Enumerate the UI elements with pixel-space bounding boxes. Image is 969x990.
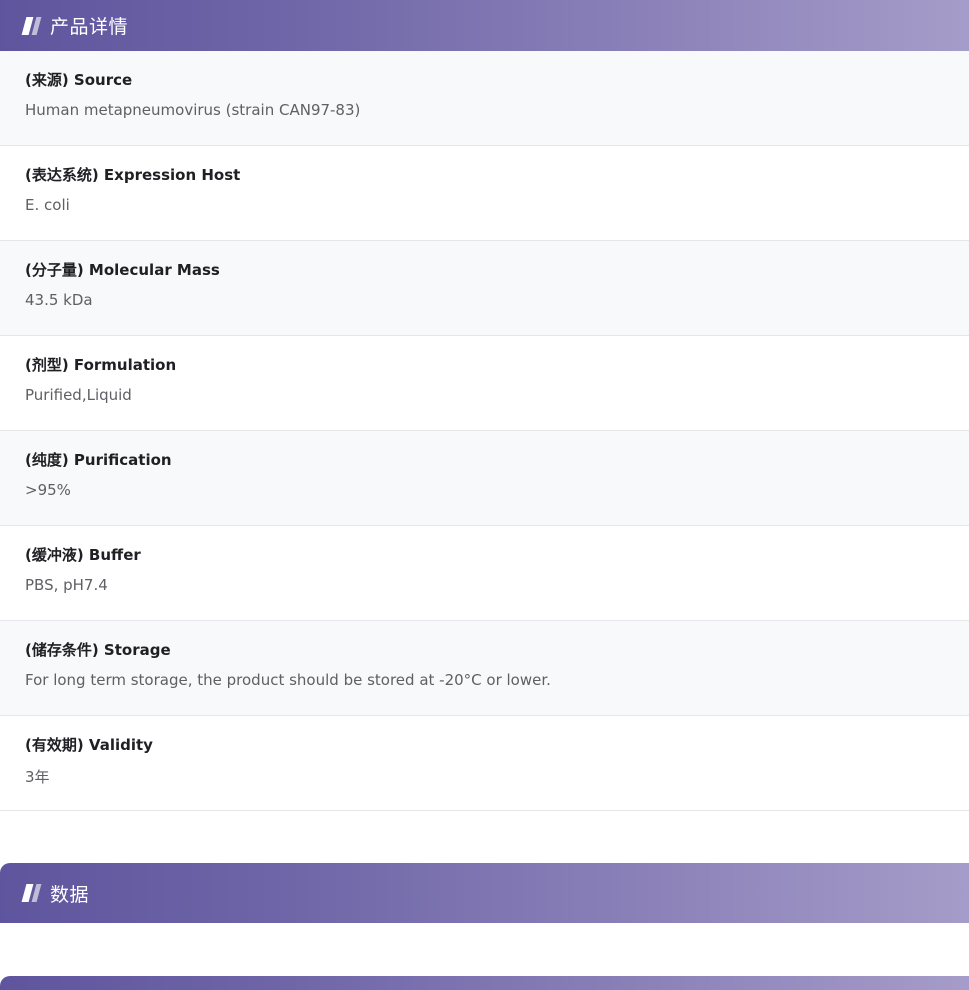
detail-row-expression-host: (表达系统) Expression Host E. coli xyxy=(0,146,969,241)
detail-value: Human metapneumovirus (strain CAN97-83) xyxy=(25,101,361,119)
slash-bars-icon xyxy=(21,16,44,35)
data-section-title: 数据 xyxy=(50,883,90,906)
detail-label: (有效期) Validity xyxy=(25,736,153,754)
product-details-list: (来源) Source Human metapneumovirus (strai… xyxy=(0,51,969,811)
detail-row-formulation: (剂型) Formulation Purified,Liquid xyxy=(0,336,969,431)
detail-value: 43.5 kDa xyxy=(25,291,93,309)
detail-row-molecular-mass: (分子量) Molecular Mass 43.5 kDa xyxy=(0,241,969,336)
next-section-header xyxy=(0,976,969,990)
detail-row-purification: (纯度) Purification >95% xyxy=(0,431,969,526)
product-details-header: 产品详情 xyxy=(0,0,969,51)
slash-bars-icon xyxy=(21,884,44,902)
detail-value: 3年 xyxy=(25,768,50,786)
detail-label: (剂型) Formulation xyxy=(25,356,177,374)
product-details-title: 产品详情 xyxy=(50,16,129,38)
detail-row-buffer: (缓冲液) Buffer PBS, pH7.4 xyxy=(0,526,969,621)
detail-label: (分子量) Molecular Mass xyxy=(25,261,220,279)
detail-value: Purified,Liquid xyxy=(25,386,132,404)
detail-row-validity: (有效期) Validity 3年 xyxy=(0,716,969,811)
detail-value: >95% xyxy=(25,481,71,499)
detail-value: For long term storage, the product shoul… xyxy=(25,671,551,689)
detail-label: (储存条件) Storage xyxy=(25,641,171,659)
detail-value: PBS, pH7.4 xyxy=(25,576,108,594)
detail-label: (缓冲液) Buffer xyxy=(25,546,141,564)
detail-label: (纯度) Purification xyxy=(25,451,172,469)
data-section-header: 数据 xyxy=(0,863,969,923)
detail-value: E. coli xyxy=(25,196,70,214)
detail-row-storage: (储存条件) Storage For long term storage, th… xyxy=(0,621,969,716)
detail-label: (来源) Source xyxy=(25,71,133,89)
detail-label: (表达系统) Expression Host xyxy=(25,166,241,184)
detail-row-source: (来源) Source Human metapneumovirus (strai… xyxy=(0,51,969,146)
